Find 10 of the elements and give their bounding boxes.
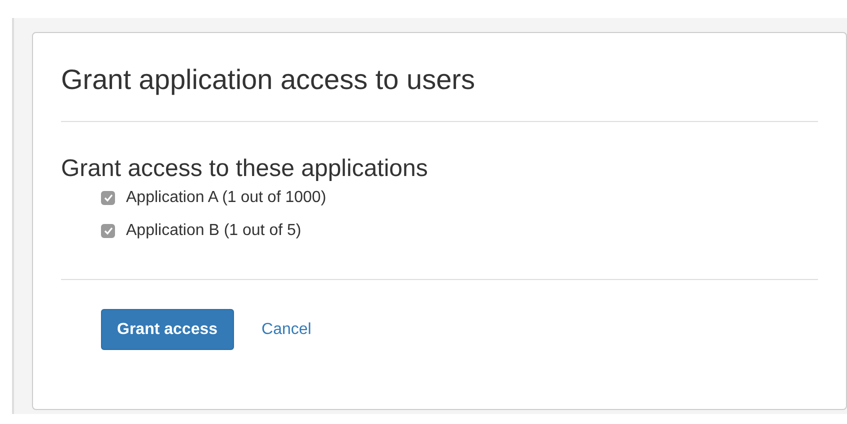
- dialog-title: Grant application access to users: [61, 63, 476, 97]
- checkbox[interactable]: [101, 224, 115, 238]
- checkbox[interactable]: [101, 190, 115, 204]
- grant-access-button[interactable]: Grant access: [101, 309, 234, 350]
- checkbox-label: Application B (1 out of 5): [126, 221, 302, 241]
- checkbox-label: Application A (1 out of 1000): [126, 188, 326, 208]
- check-icon: [104, 226, 112, 234]
- check-icon: [104, 194, 112, 202]
- section-title: Grant access to these applications: [61, 154, 429, 184]
- cancel-link[interactable]: Cancel: [262, 320, 312, 338]
